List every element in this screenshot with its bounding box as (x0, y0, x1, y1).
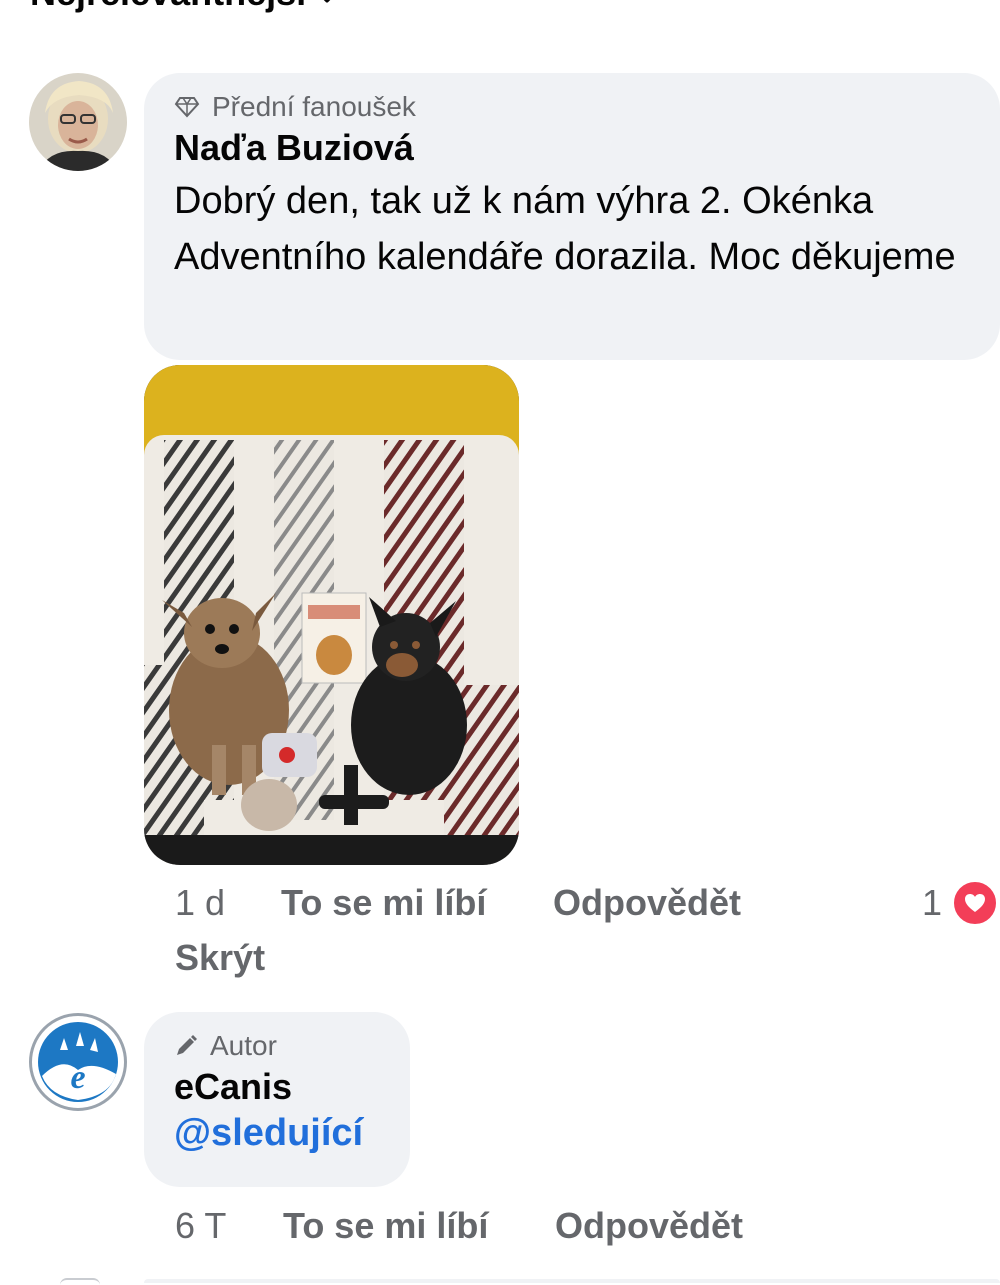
like-button[interactable]: To se mi líbí (281, 882, 553, 924)
hide-button[interactable]: Skrýt (175, 937, 265, 979)
comment-author[interactable]: Naďa Buziová (174, 127, 970, 169)
badge-label: Přední fanoušek (212, 91, 416, 122)
svg-text:e: e (70, 1059, 85, 1096)
sort-dropdown[interactable]: Nejrelevantnější ⌄ (30, 0, 338, 14)
reaction-count: 1 (921, 882, 942, 923)
comment-timestamp[interactable]: 1 d (175, 882, 281, 924)
comment-bubble: Přední fanoušek Naďa Buziová Dobrý den, … (144, 73, 1000, 360)
comment-bubble: Autor eCanis @sledující (144, 1012, 410, 1187)
comment-actions: 6 T To se mi líbí Odpovědět (175, 1205, 743, 1247)
comment-author[interactable]: eCanis (174, 1066, 380, 1108)
heart-icon (952, 880, 998, 926)
mention-link[interactable]: @sledující (174, 1112, 380, 1155)
reply-button[interactable]: Odpovědět (553, 882, 741, 924)
chevron-down-icon: ⌄ (316, 0, 338, 9)
author-badge: Autor (174, 1030, 380, 1062)
comment-text: Dobrý den, tak už k nám výhra 2. Okénka … (174, 180, 956, 278)
next-comment-bubble-edge (144, 1279, 1000, 1283)
comment-timestamp[interactable]: 6 T (175, 1205, 283, 1247)
next-comment-edge (60, 1278, 100, 1285)
pencil-icon (177, 1035, 197, 1055)
hide-row: Skrýt (175, 937, 265, 979)
avatar[interactable]: e (29, 1013, 127, 1111)
diamond-icon (174, 97, 200, 118)
badge-label: Autor (210, 1030, 277, 1061)
reply-button[interactable]: Odpovědět (555, 1205, 743, 1247)
avatar[interactable] (29, 73, 127, 171)
comment-photo[interactable] (144, 365, 519, 865)
like-button[interactable]: To se mi líbí (283, 1205, 555, 1247)
top-fan-badge: Přední fanoušek (174, 91, 970, 123)
sort-label: Nejrelevantnější (30, 0, 306, 14)
comment-actions: 1 d To se mi líbí Odpovědět (175, 882, 741, 924)
reaction-summary[interactable]: 1 (922, 880, 998, 926)
